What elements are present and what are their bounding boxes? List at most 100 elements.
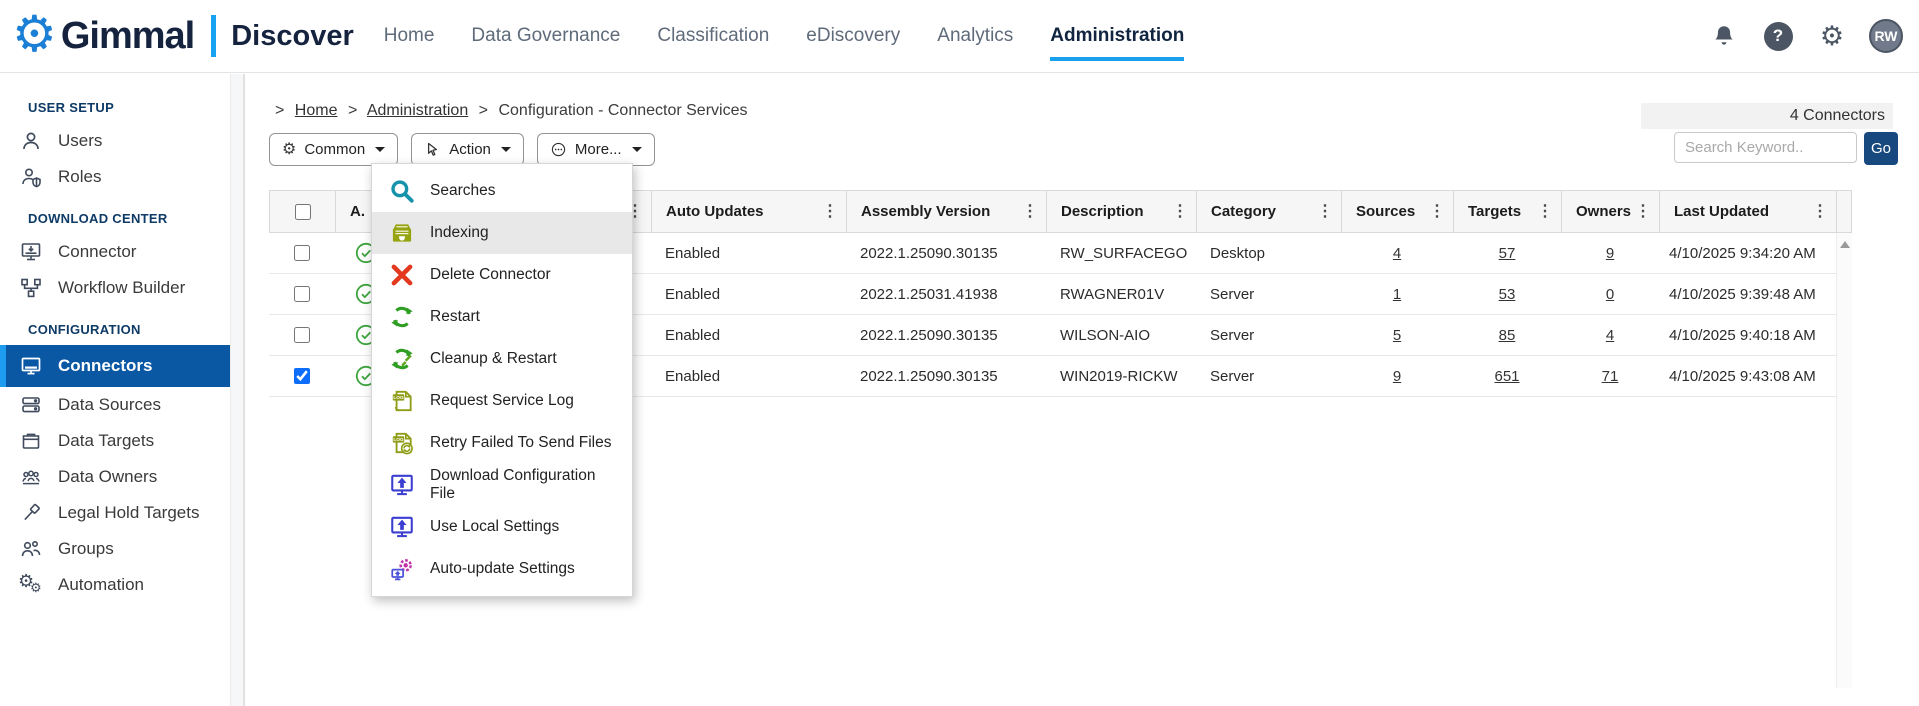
- row-checkbox[interactable]: [294, 286, 310, 302]
- breadcrumb: > Home > Administration > Configuration …: [269, 102, 747, 120]
- column-menu-icon[interactable]: ⋮: [1022, 204, 1038, 220]
- column-menu-icon[interactable]: ⋮: [1172, 204, 1188, 220]
- row-checkbox[interactable]: [294, 368, 310, 384]
- sidebar-item-data-sources[interactable]: Data Sources: [0, 387, 230, 423]
- nav-analytics[interactable]: Analytics: [937, 25, 1013, 47]
- owners-link[interactable]: 9: [1606, 245, 1614, 262]
- brand-product: Discover: [231, 20, 354, 53]
- assembly-version-cell: 2022.1.25031.41938: [846, 286, 1046, 303]
- column-header-description[interactable]: Description ⋮: [1047, 191, 1197, 232]
- section-title-configuration: CONFIGURATION: [28, 322, 230, 337]
- sidebar-scroll-gutter[interactable]: [230, 74, 244, 706]
- groups-icon: [18, 537, 44, 561]
- owners-link[interactable]: 71: [1602, 368, 1619, 385]
- chevron-down-icon: [632, 147, 642, 152]
- nav-classification[interactable]: Classification: [657, 25, 769, 47]
- grid-vertical-scrollbar[interactable]: [1836, 233, 1852, 688]
- sidebar-item-label: Roles: [58, 167, 101, 187]
- menu-item-auto-update-settings[interactable]: Auto-update Settings: [372, 548, 632, 590]
- nav-administration[interactable]: Administration: [1050, 25, 1184, 47]
- sidebar-item-label: Data Sources: [58, 395, 161, 415]
- targets-link[interactable]: 651: [1494, 368, 1519, 385]
- go-button[interactable]: Go: [1864, 132, 1898, 165]
- select-all-checkbox[interactable]: [295, 204, 311, 220]
- targets-link[interactable]: 57: [1499, 245, 1516, 262]
- menu-item-use-local-settings[interactable]: Use Local Settings: [372, 506, 632, 548]
- sidebar-item-data-owners[interactable]: Data Owners: [0, 459, 230, 495]
- targets-link[interactable]: 85: [1499, 327, 1516, 344]
- grid-toolbar: ⚙ Common Action More...: [269, 133, 655, 166]
- nav-home[interactable]: Home: [384, 25, 435, 47]
- column-menu-icon[interactable]: ⋮: [1537, 204, 1553, 220]
- gimmal-gear-logo-icon: ⚙: [12, 9, 57, 59]
- menu-item-indexing[interactable]: Indexing: [372, 212, 632, 254]
- people-group-icon: [18, 465, 44, 489]
- menu-item-retry-failed-files[interactable]: LOG Retry Failed To Send Files: [372, 422, 632, 464]
- action-dropdown-menu: Searches Indexing Delete: [371, 163, 633, 597]
- search-input[interactable]: [1674, 132, 1857, 163]
- menu-item-delete-connector[interactable]: Delete Connector: [372, 254, 632, 296]
- owners-link[interactable]: 4: [1606, 327, 1614, 344]
- sources-link[interactable]: 5: [1393, 327, 1401, 344]
- row-checkbox[interactable]: [294, 327, 310, 343]
- sources-link[interactable]: 4: [1393, 245, 1401, 262]
- column-menu-icon[interactable]: ⋮: [1812, 204, 1828, 220]
- common-button[interactable]: ⚙ Common: [269, 133, 398, 166]
- top-navbar: ⚙ Gimmal Discover Home Data Governance C…: [0, 0, 1919, 73]
- owners-link[interactable]: 0: [1606, 286, 1614, 303]
- assembly-version-cell: 2022.1.25090.30135: [846, 368, 1046, 385]
- chevron-down-icon: [501, 147, 511, 152]
- targets-link[interactable]: 53: [1499, 286, 1516, 303]
- column-header-category[interactable]: Category ⋮: [1197, 191, 1342, 232]
- nav-ediscovery[interactable]: eDiscovery: [806, 25, 900, 47]
- menu-item-restart[interactable]: Restart: [372, 296, 632, 338]
- brand-company: Gimmal: [61, 15, 194, 58]
- archive-drawer-icon: [388, 220, 415, 247]
- column-menu-icon[interactable]: ⋮: [1317, 204, 1333, 220]
- search-icon: [388, 178, 415, 205]
- sidebar-item-connectors[interactable]: Connectors: [0, 345, 230, 387]
- chevron-down-icon: [375, 147, 385, 152]
- sidebar-item-groups[interactable]: Groups: [0, 531, 230, 567]
- menu-item-searches[interactable]: Searches: [372, 170, 632, 212]
- delete-x-icon: [388, 262, 415, 289]
- column-menu-icon[interactable]: ⋮: [822, 204, 838, 220]
- column-header-last-updated[interactable]: Last Updated ⋮: [1660, 191, 1837, 232]
- column-header-targets[interactable]: Targets ⋮: [1454, 191, 1562, 232]
- avatar[interactable]: RW: [1869, 19, 1903, 53]
- column-header-auto-updates[interactable]: Auto Updates ⋮: [652, 191, 847, 232]
- sidebar-item-workflow-builder[interactable]: Workflow Builder: [0, 270, 230, 306]
- sidebar-item-automation[interactable]: ⚙⚙ Automation: [0, 567, 230, 603]
- scrollbar-up-icon[interactable]: [1840, 241, 1850, 248]
- sidebar-item-connector[interactable]: Connector: [0, 234, 230, 270]
- more-button[interactable]: More...: [537, 133, 655, 166]
- menu-item-cleanup-restart[interactable]: Cleanup & Restart: [372, 338, 632, 380]
- description-cell: RW_SURFACEGO: [1046, 245, 1196, 262]
- sidebar-item-users[interactable]: Users: [0, 123, 230, 159]
- row-checkbox[interactable]: [294, 245, 310, 261]
- sources-link[interactable]: 9: [1393, 368, 1401, 385]
- column-menu-icon[interactable]: ⋮: [1429, 204, 1445, 220]
- gear-monitor-icon: [388, 556, 415, 583]
- breadcrumb-administration-link[interactable]: Administration: [367, 102, 468, 119]
- column-menu-icon[interactable]: ⋮: [1635, 204, 1651, 220]
- action-button[interactable]: Action: [411, 133, 524, 166]
- sources-link[interactable]: 1: [1393, 286, 1401, 303]
- settings-gear-icon[interactable]: ⚙: [1815, 19, 1849, 53]
- last-updated-cell: 4/10/2025 9:40:18 AM: [1659, 327, 1836, 344]
- brand-divider: [211, 15, 216, 57]
- nav-data-governance[interactable]: Data Governance: [471, 25, 620, 47]
- column-header-owners[interactable]: Owners ⋮: [1562, 191, 1660, 232]
- sidebar-item-data-targets[interactable]: Data Targets: [0, 423, 230, 459]
- menu-item-download-configuration-file[interactable]: Download Configuration File: [372, 464, 632, 506]
- menu-item-request-service-log[interactable]: LOG Request Service Log: [372, 380, 632, 422]
- breadcrumb-home-link[interactable]: Home: [295, 102, 338, 119]
- svg-text:LOG: LOG: [393, 395, 404, 401]
- sidebar-item-roles[interactable]: Roles: [0, 159, 230, 195]
- help-icon[interactable]: ?: [1761, 19, 1795, 53]
- column-header-sources[interactable]: Sources ⋮: [1342, 191, 1454, 232]
- notifications-bell-icon[interactable]: [1707, 19, 1741, 53]
- column-header-assembly-version[interactable]: Assembly Version ⋮: [847, 191, 1047, 232]
- auto-updates-cell: Enabled: [651, 368, 846, 385]
- sidebar-item-legal-hold-targets[interactable]: Legal Hold Targets: [0, 495, 230, 531]
